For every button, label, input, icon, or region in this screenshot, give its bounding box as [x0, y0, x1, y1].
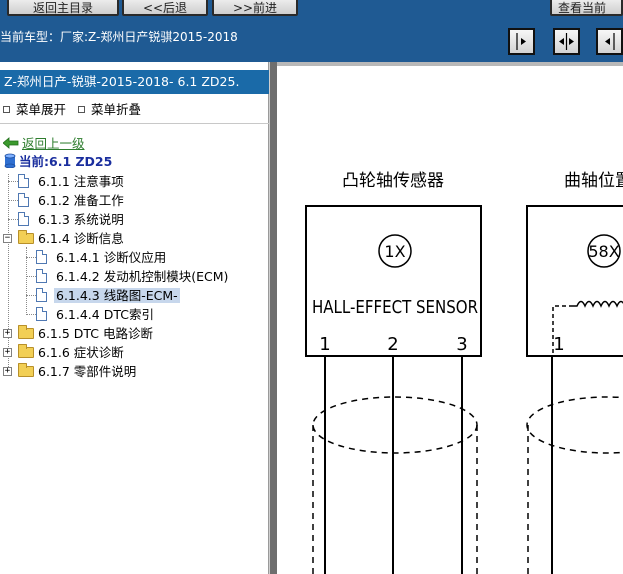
tree-controls: 菜单展开 菜单折叠 — [3, 99, 149, 118]
crank-sensor-id: 58X — [588, 242, 619, 261]
cam-pin-label: 3 — [456, 334, 467, 355]
document-icon — [36, 269, 47, 283]
tree-item-label: 6.1.6 症状诊断 — [38, 345, 124, 360]
tree-panel: Z-郑州日产-锐骐-2015-2018- 6.1 ZD25. 菜单展开 菜单折叠… — [0, 62, 269, 574]
tree-item-label: 6.1.3 系统说明 — [38, 212, 124, 227]
folder-icon — [18, 325, 34, 339]
layout-right-icon — [605, 33, 615, 50]
tree-folder[interactable]: 6.1.6 症状诊断 — [18, 344, 126, 361]
folder-icon — [18, 363, 34, 377]
tree-item-label: 6.1.2 准备工作 — [38, 193, 124, 208]
arrow-left-icon — [2, 137, 19, 149]
tree-folder[interactable]: 6.1.5 DTC 电路诊断 — [18, 325, 155, 342]
current-node: 当前:6.1 ZD25 — [3, 153, 112, 170]
back-up-label: 返回上一级 — [22, 136, 85, 151]
tree-item-label: 6.1.4.1 诊断仪应用 — [56, 250, 167, 265]
tree-line — [8, 181, 18, 182]
panel-splitter[interactable] — [269, 62, 277, 574]
document-icon — [18, 174, 29, 188]
tree-item-label: 6.1.5 DTC 电路诊断 — [38, 326, 154, 341]
collapse-box-icon — [78, 106, 85, 113]
shield-ellipse — [526, 396, 623, 454]
tree-item-label: 6.1.1 注意事项 — [38, 174, 124, 189]
tree-item-selected[interactable]: 6.1.4.3 线路图-ECM- — [36, 287, 180, 304]
document-icon — [36, 288, 47, 302]
expand-toggle-icon[interactable]: + — [3, 348, 12, 357]
layout-left-button[interactable] — [508, 28, 535, 55]
coil-symbol — [573, 300, 623, 308]
diagram-panel: 凸轮轴传感器 1X HALL-EFFECT SENSOR 1 2 3 曲轴位置 … — [277, 62, 623, 574]
expand-toggle-icon[interactable]: + — [3, 329, 12, 338]
tree-item-label: 6.1.4.3 线路图-ECM- — [54, 288, 180, 303]
expand-all-label: 菜单展开 — [16, 102, 67, 117]
back-button[interactable]: <<后退 — [122, 0, 208, 16]
current-node-label: 当前:6.1 ZD25 — [19, 154, 113, 169]
tree-item[interactable]: 6.1.2 准备工作 — [18, 192, 126, 209]
layout-split-button[interactable] — [553, 28, 580, 55]
collapse-all-button[interactable]: 菜单折叠 — [78, 99, 141, 118]
tree-item[interactable]: 6.1.3 系统说明 — [18, 211, 126, 228]
cam-sensor-type: HALL-EFFECT SENSOR — [312, 297, 478, 318]
tree-header: Z-郑州日产-锐骐-2015-2018- 6.1 ZD25. — [0, 70, 269, 94]
tree-item[interactable]: 6.1.1 注意事项 — [18, 173, 126, 190]
document-icon — [18, 212, 29, 226]
current-model-label: 当前车型：厂家:Z-郑州日产锐骐2015-2018 — [0, 30, 238, 44]
tree-item[interactable]: 6.1.4.2 发动机控制模块(ECM) — [36, 268, 230, 285]
tree-line — [8, 174, 9, 371]
shield-ellipse — [312, 396, 478, 454]
collapse-toggle-icon[interactable]: − — [3, 234, 12, 243]
back-up-link[interactable]: 返回上一级 — [2, 135, 85, 152]
layout-split-icon — [559, 33, 574, 50]
tree-line — [26, 276, 36, 277]
tree-item[interactable]: 6.1.4.4 DTC索引 — [36, 306, 156, 323]
tree-item-label: 6.1.4.2 发动机控制模块(ECM) — [56, 269, 229, 284]
cam-pin-label: 2 — [387, 334, 398, 355]
top-toolbar: 返回主目录 <<后退 >>前进 查看当前 当前车型：厂家:Z-郑州日产锐骐201… — [0, 0, 623, 62]
layout-right-button[interactable] — [596, 28, 623, 55]
cam-pin-label: 1 — [319, 334, 330, 355]
collapse-all-label: 菜单折叠 — [91, 102, 142, 117]
tree-folder[interactable]: 6.1.4 诊断信息 — [18, 230, 126, 247]
layout-left-icon — [516, 33, 526, 50]
expand-toggle-icon[interactable]: + — [3, 367, 12, 376]
folder-open-icon — [18, 230, 34, 244]
tree-line — [26, 314, 36, 315]
wiring-diagram: 凸轮轴传感器 1X HALL-EFFECT SENSOR 1 2 3 曲轴位置 … — [305, 171, 623, 574]
forward-button[interactable]: >>前进 — [212, 0, 298, 16]
tree-line — [26, 295, 36, 296]
tree-item-label: 6.1.4 诊断信息 — [38, 231, 124, 246]
crank-pin-label: 1 — [553, 334, 564, 355]
document-icon — [36, 250, 47, 264]
document-icon — [36, 307, 47, 321]
expand-box-icon — [3, 106, 10, 113]
view-current-button[interactable]: 查看当前 — [550, 0, 623, 16]
folder-icon — [18, 344, 34, 358]
cylinder-icon — [4, 153, 16, 169]
cam-sensor-id: 1X — [384, 242, 405, 261]
tree-item[interactable]: 6.1.4.1 诊断仪应用 — [36, 249, 168, 266]
crank-sensor-title: 曲轴位置 — [564, 171, 623, 191]
tree-line — [8, 200, 18, 201]
tree-line — [26, 257, 36, 258]
tree-line — [8, 219, 18, 220]
tree-folder[interactable]: 6.1.7 零部件说明 — [18, 363, 138, 380]
divider — [0, 123, 269, 124]
crank-sensor-box — [526, 205, 623, 357]
tree-item-label: 6.1.7 零部件说明 — [38, 364, 137, 379]
document-icon — [18, 193, 29, 207]
tree-item-label: 6.1.4.4 DTC索引 — [56, 307, 154, 322]
home-button[interactable]: 返回主目录 — [7, 0, 119, 16]
cam-sensor-title: 凸轮轴传感器 — [342, 171, 444, 191]
expand-all-button[interactable]: 菜单展开 — [3, 99, 66, 118]
